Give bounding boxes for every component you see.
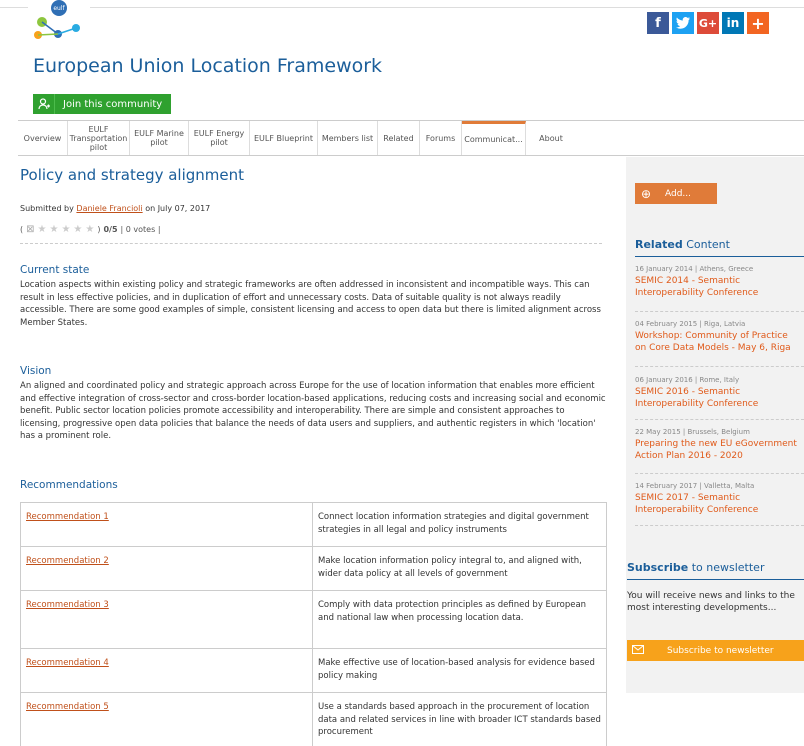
related-link[interactable]: on Core Data Models - May 6, Riga [635,342,804,354]
star-icon[interactable]: ★ [61,224,70,235]
recommendations-table: Recommendation 1 Connect location inform… [20,502,607,746]
related-link[interactable]: SEMIC 2017 - Semantic [635,492,804,504]
star-icon[interactable]: ★ [73,224,82,235]
recommendation-link[interactable]: Recommendation 3 [26,600,109,610]
divider [20,243,602,244]
related-link[interactable]: Workshop: Community of Practice [635,330,804,342]
related-meta: 22 May 2015 | Brussels, Belgium [635,428,750,436]
google-plus-icon[interactable]: G+ [697,12,719,34]
add-content-button[interactable]: ⊕ Add... [635,183,717,204]
add-circle-icon: ⊕ [640,186,652,201]
tab-transportation-pilot[interactable]: EULF Transportation pilot [68,121,130,155]
subscribe-heading: Subscribe to newsletter [627,561,765,574]
twitter-icon[interactable] [672,12,694,34]
recommendation-text: Make effective use of location-based ana… [312,648,607,693]
related-meta: 14 February 2017 | Valletta, Malta [635,482,755,490]
recommendation-text: Make location information policy integra… [312,546,607,591]
page-title: Policy and strategy alignment [20,166,245,184]
related-link[interactable]: SEMIC 2014 - Semantic [635,275,804,287]
related-meta: 04 February 2015 | Riga, Latvia [635,320,746,328]
heading-underline [635,256,804,257]
recommendation-link[interactable]: Recommendation 1 [26,512,109,522]
facebook-icon[interactable]: f [647,12,669,34]
recommendation-link[interactable]: Recommendation 4 [26,658,109,668]
related-item: 06 January 2016 | Rome, Italy SEMIC 2016… [635,376,804,410]
recommendation-link[interactable]: Recommendation 5 [26,702,109,712]
tab-forums[interactable]: Forums [420,121,462,155]
section-heading-vision: Vision [20,365,52,377]
user-add-icon [33,94,55,114]
eulf-logo[interactable]: eulf [28,0,90,48]
logo-text: eulf [53,5,65,12]
table-row: Recommendation 4 Make effective use of l… [20,648,607,693]
related-link[interactable]: Action Plan 2016 - 2020 [635,450,804,462]
related-meta: 16 January 2014 | Athens, Greece [635,265,754,273]
share-more-icon[interactable]: + [747,12,769,34]
related-meta: 06 January 2016 | Rome, Italy [635,376,740,384]
tab-communication[interactable]: Communicat... [462,121,526,155]
subscribe-button-label: Subscribe to newsletter [667,645,774,656]
star-icon[interactable]: ★ [85,224,94,235]
table-row: Recommendation 5 Use a standards based a… [20,692,607,746]
linkedin-icon[interactable]: in [722,12,744,34]
add-label: Add... [665,188,692,199]
related-link[interactable]: SEMIC 2016 - Semantic [635,386,804,398]
related-link[interactable]: Interoperability Conference [635,287,804,299]
community-tabs: Overview EULF Transportation pilot EULF … [18,120,804,156]
table-row: Recommendation 1 Connect location inform… [20,502,607,547]
social-share-bar: f G+ in + [647,12,769,34]
rating-widget: ( ⊠ ★ ★ ★ ★ ★ ) 0/5 | 0 votes | [20,224,161,235]
submitted-date: on July 07, 2017 [145,204,211,213]
author-link[interactable]: Daniele Francioli [76,204,142,213]
tab-blueprint[interactable]: EULF Blueprint [250,121,318,155]
tab-overview[interactable]: Overview [18,121,68,155]
related-content-heading: Related Content [635,238,730,251]
tab-members-list[interactable]: Members list [318,121,378,155]
star-icon[interactable]: ★ [49,224,58,235]
recommendation-link[interactable]: Recommendation 2 [26,556,109,566]
tab-about[interactable]: About [526,121,576,155]
subscribe-description: You will receive news and links to the m… [627,591,795,613]
table-row: Recommendation 3 Comply with data protec… [20,590,607,649]
heading-underline [627,579,804,580]
related-item: 04 February 2015 | Riga, Latvia Workshop… [635,320,804,354]
tab-related[interactable]: Related [378,121,420,155]
rating-score: 0/5 [103,225,118,234]
tab-energy-pilot[interactable]: EULF Energy pilot [189,121,250,155]
join-label: Join this community [63,98,163,110]
related-link[interactable]: Interoperability Conference [635,398,804,410]
subscribe-newsletter-button[interactable]: Subscribe to newsletter [627,640,804,661]
recommendation-text: Comply with data protection principles a… [312,590,607,649]
related-link[interactable]: Interoperability Conference [635,504,804,516]
recommendation-text: Connect location information strategies … [312,502,607,547]
submitted-line: Submitted by Daniele Francioli on July 0… [20,204,210,213]
tab-marine-pilot[interactable]: EULF Marine pilot [130,121,189,155]
top-border [0,0,804,8]
related-item: 14 February 2017 | Valletta, Malta SEMIC… [635,482,804,516]
table-row: Recommendation 2 Make location informati… [20,546,607,591]
star-icon[interactable]: ★ [38,224,47,235]
section-text-vision: An aligned and coordinated policy and st… [20,381,606,441]
related-item: 22 May 2015 | Brussels, Belgium Preparin… [635,428,804,462]
join-community-button[interactable]: Join this community [33,94,171,114]
cancel-rating-icon[interactable]: ⊠ [26,224,34,235]
submitted-prefix: Submitted by [20,204,74,213]
site-title[interactable]: European Union Location Framework [33,55,382,77]
vote-count: | 0 votes | [120,225,161,234]
envelope-icon [627,644,649,657]
related-item: 16 January 2014 | Athens, Greece SEMIC 2… [635,265,804,299]
related-link[interactable]: Preparing the new EU eGovernment [635,438,804,450]
recommendation-text: Use a standards based approach in the pr… [312,692,607,746]
section-text-current-state: Location aspects within existing policy … [20,280,601,328]
section-heading-current-state: Current state [20,264,90,276]
section-heading-recommendations: Recommendations [20,479,118,491]
